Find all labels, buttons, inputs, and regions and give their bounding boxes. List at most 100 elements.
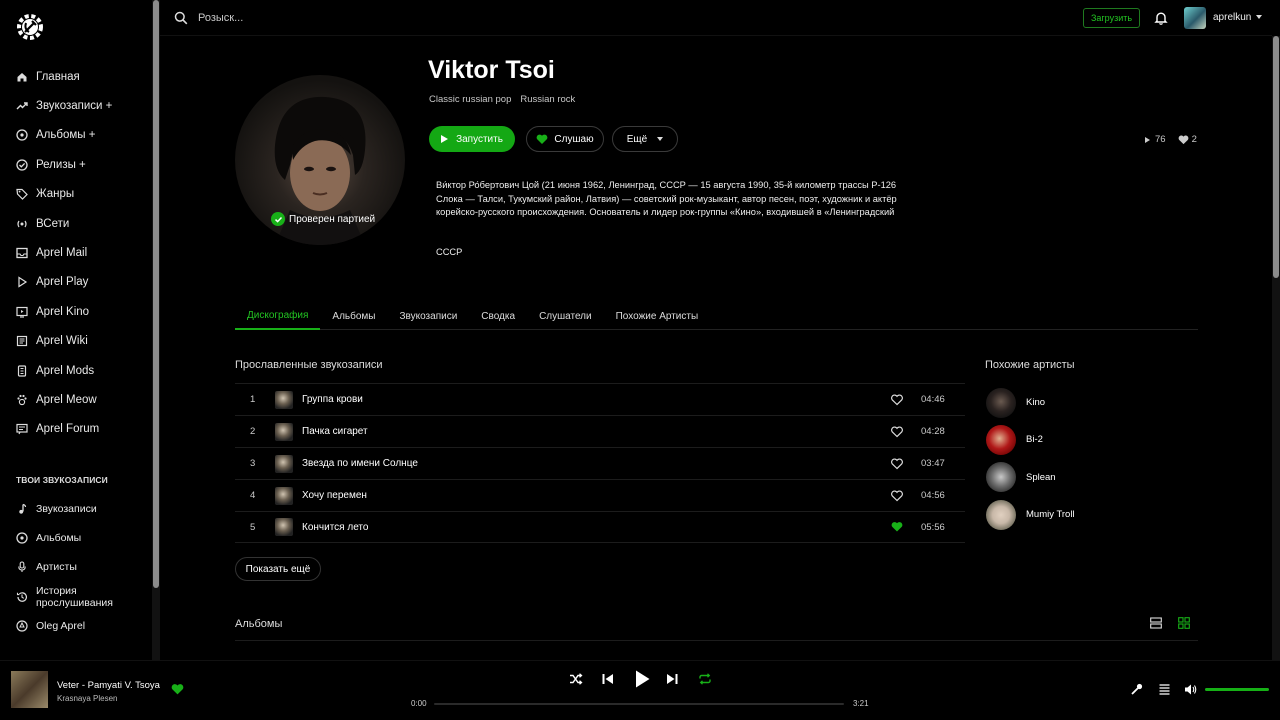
- previous-icon[interactable]: [601, 672, 615, 686]
- queue-icon[interactable]: [1158, 683, 1171, 696]
- sidebar-item-home[interactable]: Главная: [16, 62, 156, 91]
- play-count: 76: [1155, 134, 1166, 145]
- similar-artist-name: Kino: [1026, 397, 1046, 409]
- paw-icon: [16, 394, 28, 406]
- sidebar-item-aprel-mods[interactable]: Aprel Mods: [16, 356, 156, 385]
- play-artist-button[interactable]: Запустить: [429, 126, 515, 152]
- track-row[interactable]: 5 Кончится лето 05:56: [235, 511, 965, 543]
- next-icon[interactable]: [665, 672, 679, 686]
- popular-tracks-title: Прославленные звукозаписи: [235, 359, 383, 371]
- heart-outline-icon[interactable]: [891, 393, 903, 406]
- track-number: 1: [250, 394, 256, 405]
- track-row[interactable]: 3 Звезда по имени Солнце 03:47: [235, 447, 965, 479]
- main-nav: Главная Звукозаписи + Альбомы + Релизы +…: [16, 62, 156, 444]
- track-number: 2: [250, 426, 256, 437]
- tab-similar-artists[interactable]: Похожие Артисты: [604, 302, 711, 330]
- library-item-label: Звукозаписи: [36, 502, 97, 515]
- sidebar-item-aprel-meow[interactable]: Aprel Meow: [16, 385, 156, 414]
- sidebar-item-vseti[interactable]: ВСети: [16, 209, 156, 238]
- genre-tag[interactable]: Russian rock: [520, 94, 575, 105]
- shuffle-icon[interactable]: [569, 672, 583, 686]
- library-item-profile[interactable]: Oleg Aprel: [16, 612, 156, 641]
- track-title[interactable]: Пачка сигарет: [302, 426, 368, 437]
- library-item-tracks[interactable]: Звукозаписи: [16, 494, 156, 523]
- sidebar-item-releases[interactable]: Релизы +: [16, 150, 156, 179]
- username[interactable]: aprelkun: [1213, 12, 1251, 23]
- verified-badge: Проверен партией: [271, 212, 375, 226]
- heart-filled-icon[interactable]: [891, 521, 903, 533]
- heart-outline-icon[interactable]: [891, 425, 903, 438]
- sidebar-item-aprel-play[interactable]: Aprel Play: [16, 268, 156, 297]
- grid-view-icon[interactable]: [1178, 617, 1190, 629]
- tab-summary[interactable]: Сводка: [469, 302, 527, 330]
- play-icon[interactable]: [632, 669, 652, 689]
- now-playing-artist[interactable]: Krasnaya Plesen: [57, 694, 117, 703]
- mail-icon: [16, 247, 28, 259]
- sidebar-item-tracks[interactable]: Звукозаписи +: [16, 91, 156, 120]
- similar-artist[interactable]: Bi-2: [986, 421, 1075, 458]
- track-cover: [275, 486, 293, 505]
- sidebar-item-aprel-mail[interactable]: Aprel Mail: [16, 238, 156, 267]
- similar-artist[interactable]: Kino: [986, 384, 1075, 421]
- track-row[interactable]: 4 Хочу перемен 04:56: [235, 479, 965, 511]
- similar-artist-name: Mumiy Troll: [1026, 509, 1075, 521]
- library-item-label: Артисты: [36, 561, 77, 574]
- now-playing-title[interactable]: Veter - Pamyati V. Tsoya: [57, 680, 160, 691]
- disc-icon: [16, 532, 28, 544]
- repeat-icon[interactable]: [698, 672, 712, 686]
- follow-button[interactable]: Слушаю: [526, 126, 604, 152]
- search-input[interactable]: [198, 9, 498, 27]
- progress-bar[interactable]: [434, 703, 844, 705]
- upload-button[interactable]: Загрузить: [1083, 8, 1140, 28]
- tab-listeners[interactable]: Слушатели: [527, 302, 604, 330]
- similar-artist[interactable]: Mumiy Troll: [986, 496, 1075, 533]
- similar-artist-name: Bi-2: [1026, 434, 1043, 446]
- tab-albums[interactable]: Альбомы: [320, 302, 387, 330]
- library-item-label: Альбомы: [36, 532, 82, 545]
- bell-icon[interactable]: [1154, 11, 1168, 25]
- volume-slider[interactable]: [1205, 688, 1269, 691]
- heart-outline-icon[interactable]: [891, 489, 903, 502]
- artist-avatar: [986, 499, 1016, 530]
- track-title[interactable]: Хочу перемен: [302, 490, 367, 501]
- heart-outline-icon[interactable]: [891, 457, 903, 470]
- like-count: 2: [1191, 134, 1197, 145]
- heart-filled-icon[interactable]: [171, 683, 184, 696]
- play-icon: [16, 276, 28, 289]
- sidebar-item-albums[interactable]: Альбомы +: [16, 121, 156, 150]
- show-more-button[interactable]: Показать ещё: [235, 557, 321, 581]
- library-item-albums[interactable]: Альбомы: [16, 523, 156, 552]
- albums-section-title: Альбомы: [235, 618, 283, 630]
- track-row[interactable]: 1 Группа крови 04:46: [235, 383, 965, 415]
- tab-discography[interactable]: Дискография: [235, 302, 321, 330]
- library-item-history[interactable]: История прослушивания: [16, 582, 156, 611]
- sidebar-item-aprel-forum[interactable]: Aprel Forum: [16, 415, 156, 444]
- search-icon[interactable]: [174, 11, 188, 25]
- play-button-label: Запустить: [456, 133, 503, 145]
- artist-tabs: Дискография Альбомы Звукозаписи Сводка С…: [235, 302, 1198, 330]
- volume-icon[interactable]: [1184, 683, 1197, 696]
- avatar[interactable]: [1184, 7, 1206, 29]
- sidebar-item-aprel-wiki[interactable]: Aprel Wiki: [16, 327, 156, 356]
- sidebar-item-label: Релизы +: [36, 158, 86, 171]
- track-row[interactable]: 2 Пачка сигарет 04:28: [235, 415, 965, 447]
- track-title[interactable]: Кончится лето: [302, 522, 368, 533]
- sidebar-item-aprel-kino[interactable]: Aprel Kino: [16, 297, 156, 326]
- now-playing-cover[interactable]: [11, 671, 48, 708]
- hammer-sickle-gear-icon[interactable]: [15, 12, 45, 42]
- similar-artist[interactable]: Splean: [986, 459, 1075, 496]
- list-view-icon[interactable]: [1150, 617, 1162, 629]
- play-count-icon: [1145, 136, 1150, 143]
- more-button[interactable]: Ещё: [612, 126, 678, 152]
- library-item-artists[interactable]: Артисты: [16, 553, 156, 582]
- track-title[interactable]: Группа крови: [302, 394, 363, 405]
- tab-tracks[interactable]: Звукозаписи: [387, 302, 469, 330]
- artist-bio: Ви́ктор Ро́бертович Цой (21 июня 1962, Л…: [436, 179, 916, 220]
- genre-tag[interactable]: Classic russian pop: [429, 94, 511, 105]
- track-title[interactable]: Звезда по имени Солнце: [302, 458, 418, 469]
- chevron-down-icon[interactable]: [1256, 15, 1262, 19]
- microphone-lyrics-icon[interactable]: [1130, 683, 1143, 696]
- main-scrollbar-thumb[interactable]: [1273, 36, 1279, 278]
- sidebar-scrollbar-thumb[interactable]: [153, 0, 159, 588]
- sidebar-item-genres[interactable]: Жанры: [16, 180, 156, 209]
